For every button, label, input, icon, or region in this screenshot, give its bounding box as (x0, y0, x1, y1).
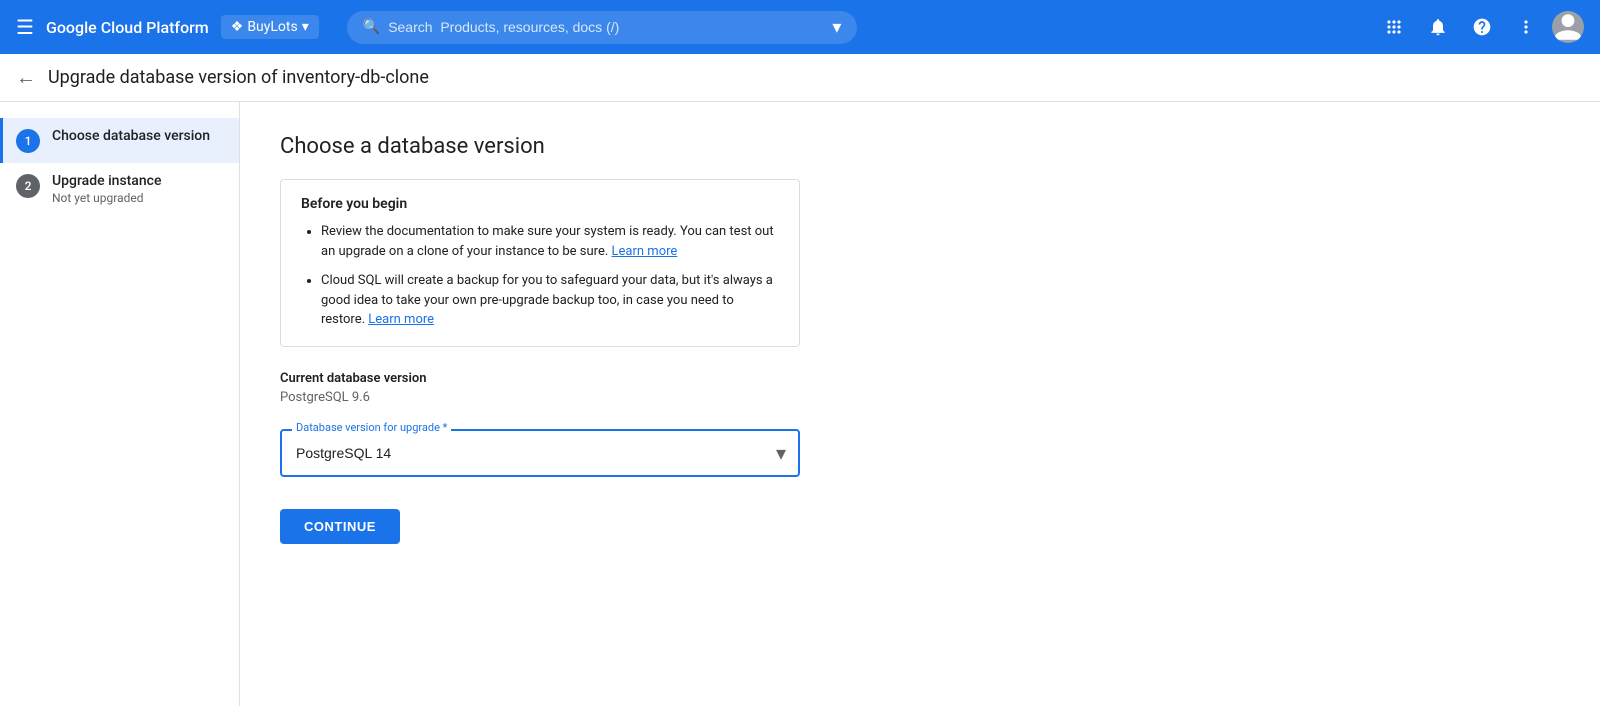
step-2-label: Upgrade instance (52, 173, 161, 189)
learn-more-link-1[interactable]: Learn more (612, 244, 678, 259)
db-version-select[interactable]: PostgreSQL 10 PostgreSQL 11 PostgreSQL 1… (280, 429, 800, 477)
search-bar[interactable]: 🔍 ▾ (347, 11, 858, 44)
project-selector[interactable]: ❖ BuyLots ▾ (221, 15, 319, 39)
learn-more-link-2[interactable]: Learn more (368, 312, 434, 327)
sidebar: 1 Choose database version 2 Upgrade inst… (0, 102, 240, 706)
sidebar-step-2[interactable]: 2 Upgrade instance Not yet upgraded (0, 163, 239, 215)
notifications-button[interactable] (1420, 9, 1456, 45)
help-button[interactable] (1464, 9, 1500, 45)
more-button[interactable] (1508, 9, 1544, 45)
project-name: BuyLots (247, 19, 297, 35)
topnav-actions (1376, 9, 1584, 45)
app-title: Google Cloud Platform (46, 18, 209, 37)
sidebar-step-1[interactable]: 1 Choose database version (0, 118, 239, 163)
launcher-button[interactable] (1376, 9, 1412, 45)
section-title: Choose a database version (280, 134, 1560, 159)
app-logo: Google Cloud Platform (46, 18, 209, 37)
project-icon: ❖ (231, 19, 244, 35)
search-input[interactable] (388, 19, 824, 35)
dropdown-label: Database version for upgrade * (292, 421, 451, 434)
menu-icon[interactable]: ☰ (16, 15, 34, 39)
user-avatar[interactable] (1552, 11, 1584, 43)
current-version-value: PostgreSQL 9.6 (280, 390, 1560, 405)
info-box: Before you begin Review the documentatio… (280, 179, 800, 347)
top-navigation: ☰ Google Cloud Platform ❖ BuyLots ▾ 🔍 ▾ (0, 0, 1600, 54)
step-2-sublabel: Not yet upgraded (52, 191, 161, 205)
project-dropdown-icon: ▾ (302, 19, 309, 35)
back-button[interactable]: ← (16, 65, 36, 90)
main-layout: 1 Choose database version 2 Upgrade inst… (0, 102, 1600, 706)
content-area: Choose a database version Before you beg… (240, 102, 1600, 706)
db-version-dropdown-wrapper: Database version for upgrade * PostgreSQ… (280, 429, 800, 477)
step-1-label: Choose database version (52, 128, 210, 144)
info-bullet-2: Cloud SQL will create a backup for you t… (321, 271, 779, 330)
search-icon: 🔍 (363, 19, 380, 35)
current-version-label: Current database version (280, 371, 1560, 386)
subheader: ← Upgrade database version of inventory-… (0, 54, 1600, 102)
step-2-number: 2 (16, 174, 40, 198)
continue-button[interactable]: CONTINUE (280, 509, 400, 544)
info-box-heading: Before you begin (301, 196, 779, 212)
info-bullet-1: Review the documentation to make sure yo… (321, 222, 779, 261)
step-1-number: 1 (16, 129, 40, 153)
search-chevron-icon: ▾ (832, 17, 841, 38)
page-title: Upgrade database version of inventory-db… (48, 67, 429, 88)
